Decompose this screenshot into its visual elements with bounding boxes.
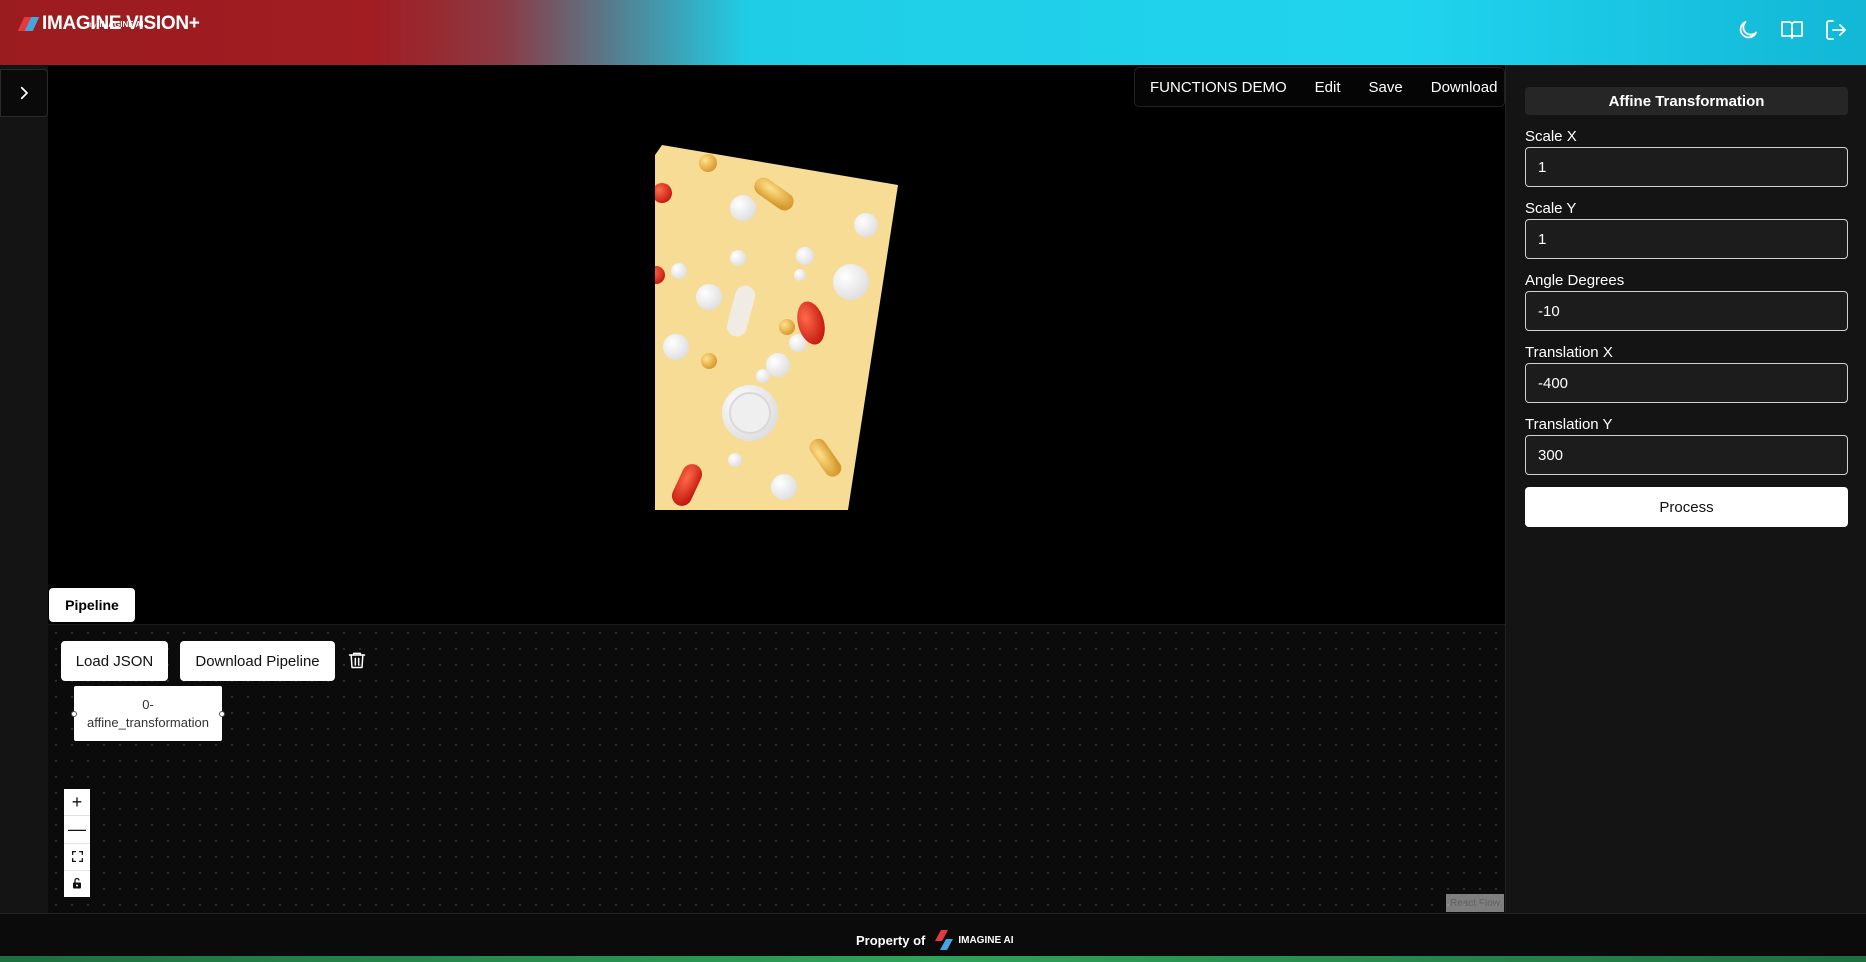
node-output-handle[interactable] bbox=[219, 711, 225, 717]
download-pipeline-button[interactable]: Download Pipeline bbox=[180, 641, 335, 681]
zoom-out-button[interactable]: — bbox=[64, 816, 90, 844]
fit-view-icon[interactable] bbox=[64, 844, 90, 871]
translation-x-input[interactable]: -400 bbox=[1525, 363, 1848, 403]
moon-icon[interactable] bbox=[1736, 18, 1760, 42]
menu-download[interactable]: Download bbox=[1431, 79, 1498, 96]
scale-x-label: Scale X bbox=[1525, 128, 1577, 145]
transformed-image bbox=[655, 145, 898, 510]
node-index: 0- bbox=[142, 697, 154, 712]
pipeline-node[interactable]: 0- affine_transformation bbox=[74, 686, 222, 741]
tab-pipeline[interactable]: Pipeline bbox=[49, 588, 135, 622]
load-json-button[interactable]: Load JSON bbox=[61, 641, 168, 681]
angle-degrees-label: Angle Degrees bbox=[1525, 272, 1625, 289]
menu-functions-demo[interactable]: FUNCTIONS DEMO bbox=[1150, 79, 1287, 96]
menu-save[interactable]: Save bbox=[1369, 79, 1403, 96]
translation-y-label: Translation Y bbox=[1525, 416, 1613, 433]
translation-y-input[interactable]: 300 bbox=[1525, 435, 1848, 475]
panel-title: Affine Transformation bbox=[1525, 87, 1848, 115]
chevron-right-icon bbox=[20, 86, 28, 100]
process-button[interactable]: Process bbox=[1525, 487, 1848, 527]
node-function-name: affine_transformation bbox=[87, 715, 209, 730]
imagine-ai-logo-icon bbox=[935, 930, 954, 950]
scale-y-label: Scale Y bbox=[1525, 200, 1577, 217]
book-icon[interactable] bbox=[1780, 18, 1804, 42]
footer-accent-bar bbox=[0, 956, 1866, 962]
image-preview-canvas bbox=[48, 65, 1505, 625]
translation-x-label: Translation X bbox=[1525, 344, 1613, 361]
menu-edit[interactable]: Edit bbox=[1315, 79, 1341, 96]
footer-logo: IMAGINE AI bbox=[933, 929, 1014, 951]
scale-x-input[interactable]: 1 bbox=[1525, 147, 1848, 187]
trash-icon[interactable] bbox=[347, 649, 367, 671]
scale-y-input[interactable]: 1 bbox=[1525, 219, 1848, 259]
brand-subtitle: by IMAGINE AI bbox=[90, 20, 144, 29]
node-input-handle[interactable] bbox=[71, 711, 77, 717]
zoom-in-button[interactable]: + bbox=[64, 789, 90, 817]
angle-degrees-input[interactable]: -10 bbox=[1525, 291, 1848, 331]
app-header: IMAGINE VISION+ by IMAGINE AI bbox=[0, 0, 1866, 65]
expand-sidebar-button[interactable] bbox=[0, 69, 48, 117]
logout-icon[interactable] bbox=[1824, 18, 1848, 42]
lock-icon[interactable] bbox=[64, 871, 90, 897]
left-sidebar bbox=[0, 65, 48, 913]
react-flow-attribution[interactable]: React Flow bbox=[1446, 894, 1504, 912]
footer-property-of: Property of bbox=[856, 932, 926, 948]
footer-brand: IMAGINE AI bbox=[958, 934, 1014, 946]
top-menu-bar: FUNCTIONS DEMO Edit Save Download bbox=[1134, 67, 1505, 107]
flow-controls: + — bbox=[64, 789, 90, 897]
logo-mark-icon bbox=[17, 17, 40, 33]
